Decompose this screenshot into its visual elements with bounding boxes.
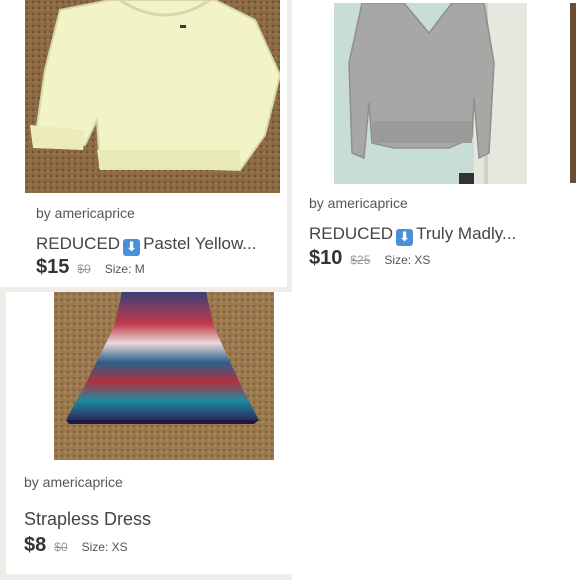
- price: $15: [36, 256, 70, 278]
- down-arrow-icon: ⬇: [123, 239, 141, 256]
- sweater-photo: [25, 0, 280, 193]
- price: $10: [309, 247, 343, 269]
- next-card-edge[interactable]: [570, 3, 576, 183]
- price-row: $10 $25 Size: XS: [309, 247, 430, 270]
- listing-card[interactable]: by americaprice Strapless Dress $8 $0 Size…: [12, 292, 288, 574]
- title-text: Pastel Yellow...: [143, 234, 257, 253]
- dress-photo: [54, 292, 274, 460]
- title-prefix: REDUCED: [36, 234, 121, 253]
- item-photo[interactable]: [334, 3, 527, 184]
- listing-title[interactable]: REDUCED ⬇ Pastel Yellow...: [36, 234, 281, 256]
- price-row: $15 $0 Size: M: [36, 256, 145, 279]
- size-label: Size: XS: [81, 540, 128, 554]
- seller-name[interactable]: by americaprice: [36, 205, 135, 221]
- grid-divider-vertical: [287, 0, 292, 290]
- size-label: Size: XS: [384, 253, 431, 267]
- sweater-photo: [334, 3, 527, 184]
- grid-divider-bottom: [0, 574, 292, 580]
- original-price: $25: [350, 253, 371, 267]
- price: $8: [24, 534, 47, 556]
- seller-name[interactable]: by americaprice: [309, 195, 408, 211]
- price-row: $8 $0 Size: XS: [24, 534, 128, 557]
- original-price: $0: [77, 262, 91, 276]
- listing-title[interactable]: REDUCED ⬇ Truly Madly...: [309, 224, 561, 246]
- item-photo[interactable]: [25, 0, 280, 193]
- size-label: Size: M: [104, 262, 145, 276]
- item-photo[interactable]: [54, 292, 274, 460]
- original-price: $0: [54, 540, 68, 554]
- down-arrow-icon: ⬇: [396, 229, 414, 246]
- title-text: Truly Madly...: [416, 224, 517, 243]
- listing-title[interactable]: Strapless Dress: [24, 509, 279, 530]
- grid-divider-left: [0, 290, 6, 580]
- seller-name[interactable]: by americaprice: [24, 474, 123, 490]
- title-prefix: REDUCED: [309, 224, 394, 243]
- listing-card[interactable]: by americaprice REDUCED ⬇ Truly Madly... $…: [298, 0, 568, 282]
- listing-card[interactable]: by americaprice REDUCED ⬇ Pastel Yellow...…: [25, 0, 287, 287]
